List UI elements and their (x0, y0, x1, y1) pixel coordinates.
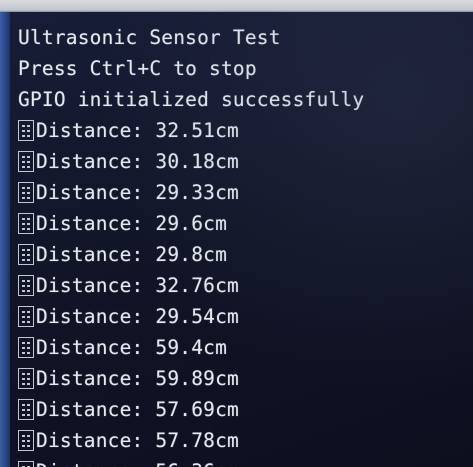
distance-reading: Distance: 30.18cm (18, 146, 473, 177)
distance-reading: Distance: 59.89cm (18, 363, 473, 394)
reading-text: Distance: 57.69cm (36, 398, 239, 421)
output-text: Ultrasonic Sensor Test (18, 26, 281, 49)
unknown-glyph-icon (18, 306, 34, 327)
unknown-glyph-icon (18, 120, 34, 141)
terminal-window[interactable]: Ultrasonic Sensor Test Press Ctrl+C to s… (10, 12, 473, 467)
unknown-glyph-icon (18, 337, 34, 358)
unknown-glyph-icon (18, 151, 34, 172)
terminal-line-status: GPIO initialized successfully (18, 84, 473, 115)
distance-reading: Distance: 59.4cm (18, 332, 473, 363)
reading-text: Distance: 29.8cm (36, 243, 228, 266)
unknown-glyph-icon (18, 182, 34, 203)
terminal-line-instruction: Press Ctrl+C to stop (18, 53, 473, 84)
terminal-output: Ultrasonic Sensor Test Press Ctrl+C to s… (18, 22, 473, 467)
unknown-glyph-icon (18, 244, 34, 265)
reading-text: Distance: 59.89cm (36, 367, 239, 390)
terminal-line-title: Ultrasonic Sensor Test (18, 22, 473, 53)
distance-reading: Distance: 29.54cm (18, 301, 473, 332)
distance-reading: Distance: 29.8cm (18, 239, 473, 270)
reading-text: Distance: 56.36cm (36, 456, 239, 467)
unknown-glyph-icon (18, 213, 34, 234)
distance-reading: Distance: 29.33cm (18, 177, 473, 208)
unknown-glyph-icon (18, 275, 34, 296)
screen-photo: Ultrasonic Sensor Test Press Ctrl+C to s… (0, 0, 473, 467)
reading-text: Distance: 29.6cm (36, 212, 228, 235)
distance-reading: Distance: 56.36cm (18, 456, 473, 467)
distance-reading: Distance: 57.78cm (18, 425, 473, 456)
reading-text: Distance: 30.18cm (36, 150, 239, 173)
unknown-glyph-icon (18, 461, 34, 467)
output-text: GPIO initialized successfully (18, 88, 365, 111)
distance-reading: Distance: 32.51cm (18, 115, 473, 146)
distance-reading: Distance: 29.6cm (18, 208, 473, 239)
reading-text: Distance: 59.4cm (36, 336, 228, 359)
reading-text: Distance: 29.54cm (36, 305, 239, 328)
reading-text: Distance: 57.78cm (36, 429, 239, 452)
reading-text: Distance: 32.51cm (36, 119, 239, 142)
output-text: Press Ctrl+C to stop (18, 57, 257, 80)
unknown-glyph-icon (18, 399, 34, 420)
reading-text: Distance: 29.33cm (36, 181, 239, 204)
distance-reading: Distance: 57.69cm (18, 394, 473, 425)
distance-reading: Distance: 32.76cm (18, 270, 473, 301)
unknown-glyph-icon (18, 368, 34, 389)
reading-text: Distance: 32.76cm (36, 274, 239, 297)
unknown-glyph-icon (18, 430, 34, 451)
